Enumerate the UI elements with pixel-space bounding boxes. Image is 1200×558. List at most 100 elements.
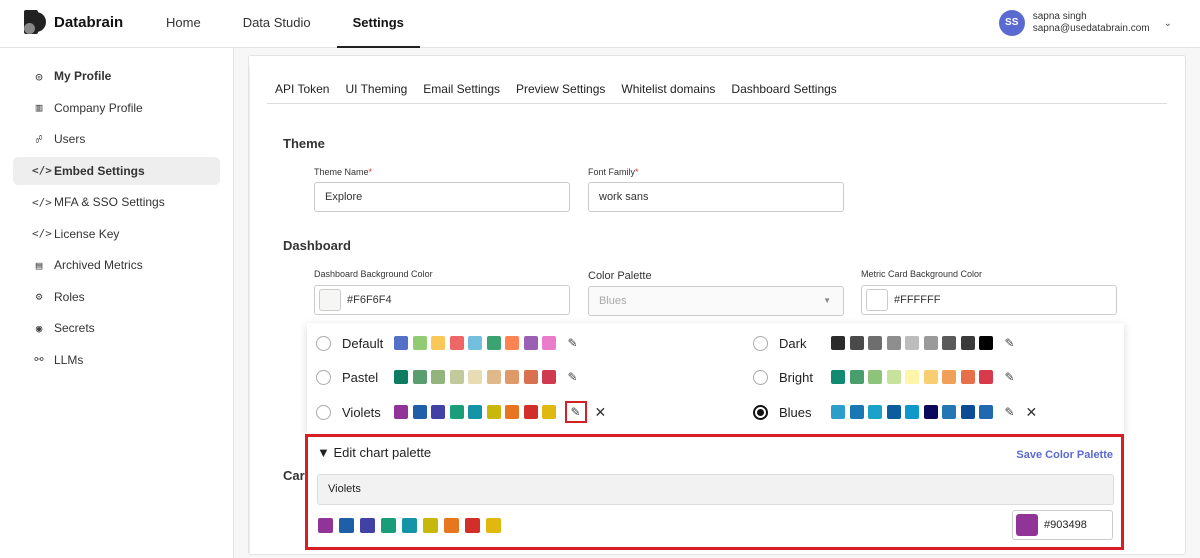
color-palette-select[interactable]: Blues ▼ [588,286,844,316]
edit-pencil-icon[interactable]: ✎ [1002,370,1018,384]
sidebar-item-label: Embed Settings [54,163,145,178]
delete-palette-icon[interactable]: ✕ [1026,404,1038,421]
edit-color-swatch[interactable] [318,518,333,533]
edit-color-swatch[interactable] [444,518,459,533]
main-nav: Home Data Studio Settings [150,0,430,48]
nav-settings[interactable]: Settings [336,0,420,48]
palette-color-swatch [449,370,464,384]
palette-color-swatch [468,336,482,350]
palette-color-swatch [849,405,864,419]
edit-pencil-icon[interactable]: ✎ [1002,405,1018,419]
databrain-logo-icon [24,10,48,34]
tab-ui-theming[interactable]: UI Theming [337,78,415,103]
font-family-input[interactable]: work sans [588,182,844,212]
font-family-label: Font Family* [588,167,639,177]
edit-color-swatch[interactable] [339,518,354,533]
palette-color-swatch [923,336,938,350]
settings-sidebar: ◎ My Profile ▥ Company Profile ☍ Users </> Embe… [0,48,234,558]
palette-radio[interactable] [316,369,331,385]
metric-card-bg-input[interactable]: #FFFFFF [861,285,1117,315]
sidebar-item-users[interactable]: ☍ Users [13,125,220,153]
selected-color-swatch[interactable] [1016,514,1038,536]
sidebar-item-llms[interactable]: ⚯ LLMs [13,346,220,374]
palette-radio[interactable] [753,335,768,351]
roles-icon: ⚙ [35,290,43,303]
nav-data-studio[interactable]: Data Studio [227,0,327,48]
palette-name-input[interactable]: Violets [317,474,1114,505]
logo[interactable]: Databrain [24,10,123,34]
color-swatch[interactable] [866,289,888,312]
palette-option-default[interactable]: Default ✎ [316,332,581,354]
palette-color-swatch [431,370,445,384]
tab-api-token[interactable]: API Token [267,78,337,103]
palette-color-swatch [886,370,901,384]
edit-pencil-icon[interactable]: ✎ [565,336,581,350]
palette-option-blues[interactable]: Blues ✎ ✕ [753,401,1037,423]
palette-radio[interactable] [753,404,768,420]
palette-color-swatch [394,336,408,350]
hex-color-input[interactable]: #903498 [1012,510,1113,540]
palette-color-swatch [849,336,864,350]
sidebar-item-my-profile[interactable]: ◎ My Profile [13,62,220,90]
palette-color-swatch [979,370,993,384]
palette-color-swatch [486,370,501,384]
edit-pencil-icon[interactable]: ✎ [564,401,587,423]
llm-icon: ⚯ [34,353,44,366]
edit-color-swatch[interactable] [381,518,396,533]
section-title-partial: Car [283,468,305,483]
palette-color-swatch [960,370,975,384]
color-swatch[interactable] [319,289,341,312]
edit-color-swatch[interactable] [402,518,417,533]
edit-color-swatch[interactable] [465,518,480,533]
palette-option-pastel[interactable]: Pastel ✎ [316,366,581,388]
theme-name-input[interactable]: Explore [314,182,570,212]
nav-home[interactable]: Home [150,0,217,48]
palette-color-swatch [886,336,901,350]
save-color-palette-button[interactable]: Save Color Palette [1016,449,1113,461]
edit-color-swatch[interactable] [423,518,438,533]
user-menu[interactable]: SS sapna singh sapna@usedatabrain.com ⌄ [998,10,1172,36]
theme-name-label: Theme Name* [314,167,373,177]
palette-color-swatch [923,370,938,384]
palette-color-swatch [979,336,993,350]
tab-email-settings[interactable]: Email Settings [415,78,508,103]
palette-color-swatch [960,336,975,350]
settings-tabs: API Token UI Theming Email Settings Prev… [267,78,1167,104]
palette-color-swatch [542,405,556,419]
dashboard-bg-color-input[interactable]: #F6F6F4 [314,285,570,315]
sidebar-item-company-profile[interactable]: ▥ Company Profile [13,94,220,122]
palette-color-swatch [923,405,938,419]
palette-option-dark[interactable]: Dark ✎ [753,332,1018,354]
palette-name: Pastel [342,369,379,385]
palette-color-swatch [849,370,864,384]
sidebar-item-roles[interactable]: ⚙ Roles [13,283,220,311]
sidebar-item-mfa-sso-settings[interactable]: </> MFA & SSO Settings [13,188,220,216]
sidebar-item-secrets[interactable]: ◉ Secrets [13,314,220,342]
edit-pencil-icon[interactable]: ✎ [565,370,581,384]
tab-dashboard-settings[interactable]: Dashboard Settings [723,78,844,103]
sidebar-item-archived-metrics[interactable]: ▤ Archived Metrics [13,251,220,279]
palette-color-swatch [542,370,556,384]
edit-chart-palette-panel: ▼ Edit chart palette Save Color Palette … [305,434,1124,550]
palette-radio[interactable] [316,335,331,351]
tab-whitelist-domains[interactable]: Whitelist domains [613,78,723,103]
palette-option-violets[interactable]: Violets ✎ ✕ [316,401,606,423]
palette-color-swatch [394,405,408,419]
palette-color-swatch [449,336,464,350]
edit-palette-toggle[interactable]: ▼ Edit chart palette [317,445,431,460]
building-icon: ▥ [35,101,43,114]
chevron-down-icon[interactable]: ⌄ [1164,18,1172,29]
palette-radio[interactable] [753,369,768,385]
sidebar-item-license-key[interactable]: </> License Key [13,220,220,248]
delete-palette-icon[interactable]: ✕ [595,404,607,421]
palette-radio[interactable] [316,404,331,420]
palette-color-swatch [449,405,464,419]
palette-color-swatch [523,405,538,419]
sidebar-item-embed-settings[interactable]: </> Embed Settings [13,156,220,185]
palette-color-swatch [431,405,445,419]
edit-color-swatch[interactable] [360,518,375,533]
edit-pencil-icon[interactable]: ✎ [1002,336,1018,350]
tab-preview-settings[interactable]: Preview Settings [508,78,613,103]
palette-option-bright[interactable]: Bright ✎ [753,366,1018,388]
edit-color-swatch[interactable] [486,518,501,533]
